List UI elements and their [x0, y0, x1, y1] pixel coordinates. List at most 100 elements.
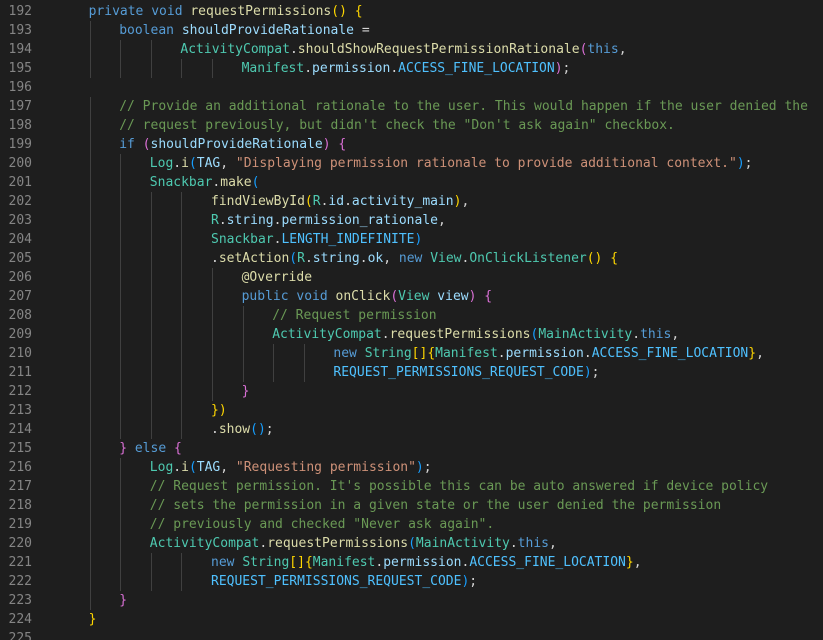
code-line[interactable]: 196 — [0, 78, 823, 97]
code-line[interactable]: 212} — [0, 382, 823, 401]
code-line[interactable]: 200 Log.i(TAG, "Displaying permission rat… — [0, 154, 823, 173]
code-token: } — [748, 346, 757, 361]
code-line[interactable]: 215} else { — [0, 439, 823, 458]
code-token: ActivityCompat — [272, 327, 382, 342]
line-number: 195 — [8, 61, 32, 76]
code-line[interactable]: 220 ActivityCompat. requestPermissions(Mai… — [0, 534, 823, 553]
code-text: .show(); — [211, 420, 274, 439]
code-token: . — [381, 327, 390, 342]
code-line[interactable]: 194 ActivityCompat.shouldShowRequestPermi… — [0, 40, 823, 59]
code-token: ( — [251, 175, 260, 190]
code-line[interactable]: 209 ActivityCompat.requestPermissions(Mai… — [0, 325, 823, 344]
code-token: , — [220, 156, 236, 171]
code-line[interactable]: 199 if (shouldProvideRationale) { — [0, 135, 823, 154]
code-line[interactable]: 203 R.string.permission_rationale, — [0, 211, 823, 230]
code-line[interactable]: 218 // sets the permission in a given sta… — [0, 496, 823, 515]
code-token: [] — [411, 346, 428, 361]
code-text: } — [89, 610, 97, 629]
code-line[interactable]: 207 public void onClick(View view) { — [0, 287, 823, 306]
code-token: ; — [423, 460, 432, 475]
line-number: 221 — [8, 555, 32, 570]
code-line[interactable]: 211 REQUEST_PERMISSIONS_REQUEST_CODE); — [0, 363, 823, 382]
code-line[interactable]: 213}) — [0, 401, 823, 420]
code-token: if — [119, 137, 143, 152]
code-text: }) — [211, 401, 227, 420]
code-token: ; — [265, 422, 274, 437]
code-line[interactable]: 219 // previously and checked "Never ask … — [0, 515, 823, 534]
code-token: . — [211, 251, 219, 266]
code-token: . — [390, 61, 399, 76]
code-token: { — [330, 137, 347, 152]
code-token: ( — [304, 194, 313, 209]
code-text: } else { — [119, 439, 182, 458]
code-token: make — [220, 175, 252, 190]
code-token: , — [548, 536, 557, 551]
code-token: Manifest — [312, 555, 376, 570]
code-line[interactable]: 216 Log.i(TAG, "Requesting permission"); — [0, 458, 823, 477]
code-token: , — [438, 213, 446, 228]
line-number: 216 — [8, 460, 32, 475]
code-token: shouldProvideRationale — [150, 137, 323, 152]
code-token: Log — [149, 156, 174, 171]
code-text: REQUEST_PERMISSIONS_REQUEST_CODE); — [333, 363, 599, 382]
code-line[interactable]: 221 new String[]{Manifest.permission.ACCE… — [0, 553, 823, 572]
code-text: ActivityCompat. requestPermissions(MainAc… — [150, 534, 557, 553]
line-number: 202 — [8, 194, 32, 209]
code-line[interactable]: 205 .setAction(R.string.ok, new View.OnCl… — [0, 249, 823, 268]
code-line[interactable]: 204 Snackbar.LENGTH_INDEFINITE) — [0, 230, 823, 249]
code-token: ActivityCompat — [180, 42, 290, 57]
code-text: } — [242, 382, 250, 401]
code-line[interactable]: 193 boolean shouldProvideRationale = — [0, 21, 823, 40]
code-line[interactable]: 222 REQUEST_PERMISSIONS_REQUEST_CODE); — [0, 572, 823, 591]
code-editor[interactable]: 192 private void requestPermissions() {19… — [0, 0, 823, 640]
code-token: [] — [289, 555, 305, 570]
code-token: ( — [188, 460, 197, 475]
code-line[interactable]: 201 Snackbar.make( — [0, 173, 823, 192]
code-line[interactable]: 197 // Provide an additional rationale to… — [0, 97, 823, 116]
code-token: . — [497, 346, 506, 361]
line-number: 207 — [8, 289, 32, 304]
code-line[interactable]: 202 findViewById(R.id.activity_main), — [0, 192, 823, 211]
code-line[interactable]: 224} — [0, 610, 823, 629]
code-token: LENGTH_INDEFINITE — [281, 232, 415, 247]
code-token: permission — [383, 555, 462, 570]
code-token: void — [296, 289, 336, 304]
code-line[interactable]: 225 — [0, 629, 823, 640]
code-text: // previously and checked "Never ask aga… — [150, 515, 494, 534]
code-token: REQUEST_PERMISSIONS_REQUEST_CODE — [333, 365, 584, 380]
code-token: } — [119, 593, 128, 608]
code-token: () { — [586, 251, 619, 266]
line-number: 194 — [8, 42, 32, 57]
line-number: 220 — [8, 536, 32, 551]
code-token: setAction — [218, 251, 290, 266]
line-number: 210 — [8, 346, 32, 361]
code-text: R.string.permission_rationale, — [211, 211, 446, 230]
code-token: ( — [289, 251, 298, 266]
code-text: // Request permission. It's possible thi… — [150, 477, 768, 496]
code-line[interactable]: 210 new String[]{Manifest.permission.ACCE… — [0, 344, 823, 363]
code-token: this — [640, 327, 672, 342]
code-token: R — [297, 251, 305, 266]
code-line[interactable]: 192 private void requestPermissions() { — [0, 2, 823, 21]
code-line[interactable]: 206 @Override — [0, 268, 823, 287]
code-line[interactable]: 217 // Request permission. It's possible … — [0, 477, 823, 496]
code-token: // Request permission — [272, 308, 437, 323]
code-line[interactable]: 208 // Request permission — [0, 306, 823, 325]
code-token: ( — [188, 156, 197, 171]
code-text: findViewById(R.id.activity_main), — [211, 192, 469, 211]
line-number: 211 — [8, 365, 32, 380]
code-token: Snackbar — [211, 232, 274, 247]
code-token: String — [242, 555, 290, 570]
code-token: shouldShowRequestPermissionRationale — [297, 42, 580, 57]
code-token: boolean — [119, 23, 182, 38]
code-token: ; — [562, 61, 571, 76]
code-line[interactable]: 223} — [0, 591, 823, 610]
code-line[interactable]: 214 .show(); — [0, 420, 823, 439]
code-text: new String[]{Manifest.permission.ACCESS_… — [211, 553, 642, 572]
code-line[interactable]: 198 // request previously, but didn't che… — [0, 116, 823, 135]
code-token: private — [88, 4, 152, 19]
code-token: . — [359, 251, 368, 266]
code-token: ACCESS_FINE_LOCATION — [398, 61, 555, 76]
code-line[interactable]: 195 Manifest.permission.ACCESS_FINE_LOCAT… — [0, 59, 823, 78]
code-token: () { — [331, 4, 363, 19]
